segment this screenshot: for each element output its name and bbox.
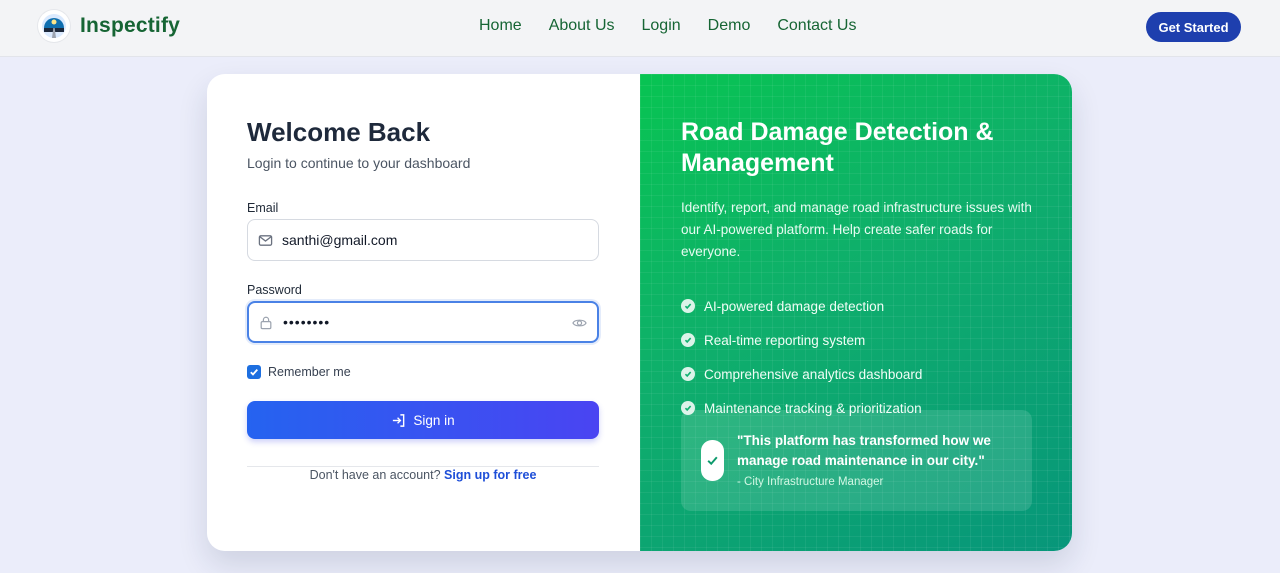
feature-list: AI-powered damage detection Real-time re… (681, 289, 922, 425)
signup-prompt-text: Don't have an account? (309, 468, 441, 482)
nav-about-us[interactable]: About Us (549, 17, 615, 35)
promo-description: Identify, report, and manage road infras… (681, 200, 1032, 259)
signup-prompt: Don't have an account? Sign up for free (247, 468, 599, 482)
login-panel: Welcome Back Login to continue to your d… (207, 74, 640, 551)
testimonial-card: "This platform has transformed how we ma… (681, 410, 1032, 511)
main-nav: Home About Us Login Demo Contact Us (479, 17, 883, 35)
eye-icon[interactable] (572, 316, 587, 335)
password-input[interactable] (283, 314, 543, 330)
nav-contact-us[interactable]: Contact Us (777, 17, 856, 35)
remember-checkbox[interactable] (247, 365, 261, 379)
list-item: AI-powered damage detection (681, 289, 922, 323)
checkbox-check-icon (250, 368, 258, 376)
login-card: Welcome Back Login to continue to your d… (207, 74, 1072, 551)
remember-me[interactable]: Remember me (247, 365, 351, 379)
logo-icon (38, 10, 70, 42)
check-icon (701, 440, 724, 481)
check-circle-icon (681, 367, 695, 381)
promo-panel: Road Damage Detection & Management Ident… (640, 74, 1072, 551)
mail-icon (258, 232, 274, 248)
nav-demo[interactable]: Demo (708, 17, 751, 35)
top-navbar: Inspectify Home About Us Login Demo Cont… (0, 0, 1280, 57)
get-started-button[interactable]: Get Started (1146, 12, 1241, 42)
check-circle-icon (681, 333, 695, 347)
list-item: Comprehensive analytics dashboard (681, 357, 922, 391)
feature-text: AI-powered damage detection (704, 298, 885, 314)
password-label: Password (247, 283, 302, 297)
sign-in-icon (393, 413, 405, 427)
email-input[interactable] (282, 232, 542, 248)
email-label: Email (247, 201, 279, 215)
feature-text: Real-time reporting system (704, 332, 866, 348)
testimonial-author: - City Infrastructure Manager (737, 476, 884, 488)
check-circle-icon (681, 299, 695, 313)
promo-title: Road Damage Detection & Management (681, 118, 994, 177)
feature-text: Comprehensive analytics dashboard (704, 366, 923, 382)
remember-label: Remember me (268, 365, 351, 379)
lock-icon (259, 314, 275, 330)
page-subtitle: Login to continue to your dashboard (247, 155, 471, 171)
signup-link[interactable]: Sign up for free (444, 468, 536, 482)
sign-in-label: Sign in (413, 412, 455, 428)
divider (247, 466, 599, 467)
nav-login[interactable]: Login (642, 17, 681, 35)
password-field[interactable] (247, 301, 599, 343)
list-item: Real-time reporting system (681, 323, 922, 357)
page-title: Welcome Back (247, 117, 431, 147)
testimonial-quote: "This platform has transformed how we ma… (737, 433, 991, 468)
brand[interactable]: Inspectify (38, 10, 180, 42)
nav-home[interactable]: Home (479, 17, 522, 35)
brand-name: Inspectify (80, 14, 181, 37)
sign-in-button[interactable]: Sign in (247, 401, 599, 439)
email-field[interactable] (247, 219, 599, 261)
